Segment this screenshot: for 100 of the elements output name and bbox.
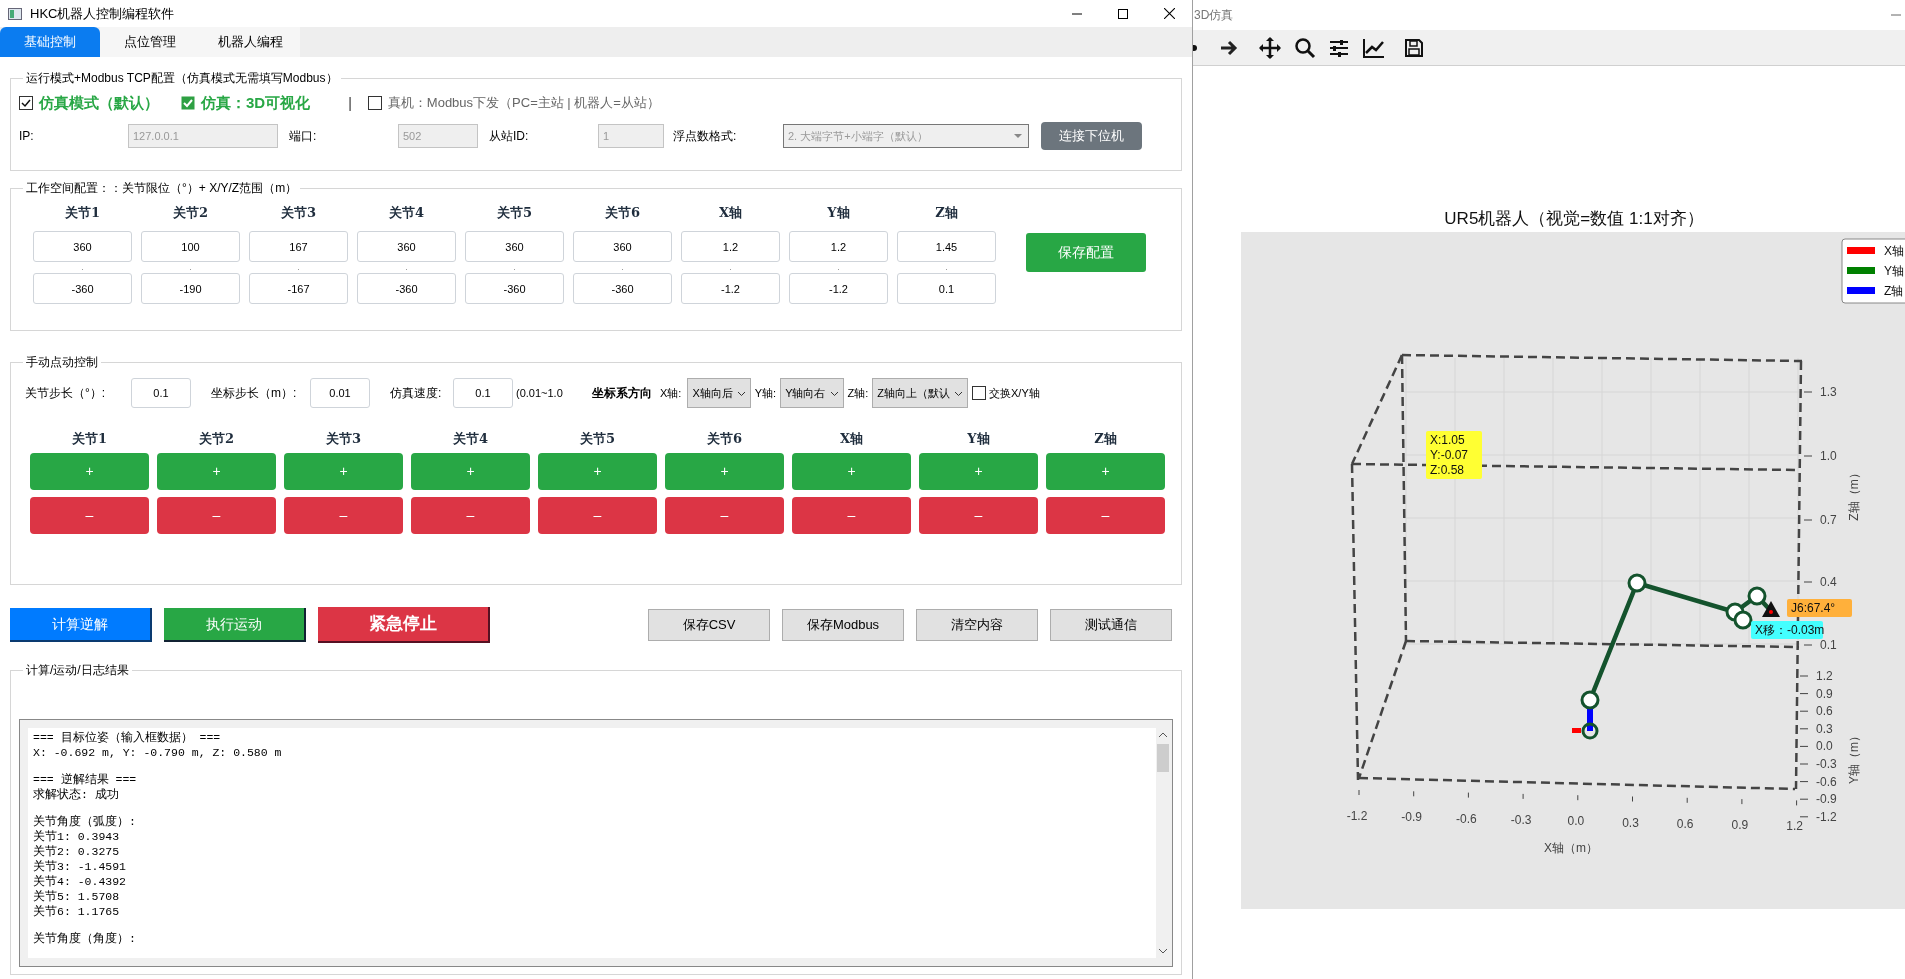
number-field[interactable]: -190 (141, 273, 240, 304)
axis-tick-label: 0.9 (1816, 686, 1833, 701)
number-field[interactable]: 0.1 (453, 378, 513, 408)
tool-button[interactable]: 保存CSV (648, 609, 770, 641)
scrollbar-thumb[interactable] (1157, 744, 1169, 772)
field-label: 端口: (289, 128, 318, 145)
number-field[interactable]: -1.2 (681, 273, 780, 304)
number-field[interactable]: -167 (249, 273, 348, 304)
scroll-down-icon[interactable] (1158, 946, 1168, 956)
checkbox[interactable] (367, 96, 382, 110)
number-field[interactable]: -360 (573, 273, 672, 304)
column-header: 关节1 (64, 204, 100, 222)
field-label: 仿真速度: (390, 385, 443, 402)
minus-button[interactable]: – (284, 497, 403, 534)
number-field[interactable]: 1.2 (681, 231, 780, 262)
number-field[interactable]: -360 (465, 273, 564, 304)
tab[interactable]: 点位管理 (100, 27, 200, 57)
range-mark: . (837, 262, 840, 273)
axis-tick-label: -0.3 (1816, 757, 1837, 771)
checkbox-label: 仿真模式（默认） (39, 92, 159, 113)
axis-tick-label: -0.6 (1456, 811, 1477, 826)
scroll-up-icon[interactable] (1158, 730, 1168, 740)
minus-button[interactable]: – (157, 497, 276, 534)
line-chart-icon[interactable] (1362, 36, 1386, 59)
tab[interactable]: 基础控制 (0, 27, 100, 57)
separator-text: | (348, 93, 352, 113)
number-field[interactable]: 1.45 (897, 231, 996, 262)
log-line: === 逆解结果 === (33, 772, 138, 787)
number-field[interactable]: 0.01 (310, 378, 370, 408)
range-mark: . (729, 262, 732, 273)
checkbox-label: 真机：Modbus下发（PC=主站 | 机器人=从站） (387, 94, 660, 113)
number-field[interactable]: 0.1 (897, 273, 996, 304)
number-field[interactable]: 167 (249, 231, 348, 262)
checkbox[interactable] (19, 96, 33, 110)
number-field[interactable]: -1.2 (789, 273, 888, 304)
log-line: 关节6: 1.1765 (33, 904, 121, 919)
tool-button[interactable]: 测试通信 (1050, 609, 1172, 641)
axis-tick-label: 0.3 (1816, 721, 1833, 736)
number-field[interactable]: 360 (33, 231, 132, 262)
group-title: 手动点动控制 (25, 354, 99, 371)
column-header: 关节2 (172, 204, 208, 222)
minus-button[interactable]: – (538, 497, 657, 534)
minus-button[interactable]: – (411, 497, 530, 534)
close-icon[interactable] (1163, 8, 1175, 19)
connect-button[interactable]: 连接下位机 (1041, 122, 1142, 150)
maximize-icon[interactable] (1118, 8, 1128, 19)
action-button[interactable]: 紧急停止 (318, 607, 490, 643)
group-title: 工作空间配置：：关节限位（°）+ X/Y/Z范围（m） (25, 180, 299, 197)
field-label: Z轴: (847, 385, 869, 401)
field-label: 坐标步长（m）: (211, 385, 298, 402)
column-header: Y轴 (827, 204, 850, 222)
tab[interactable]: 机器人编程 (200, 27, 300, 57)
dropdown[interactable]: Z轴向上（默认 (872, 378, 968, 408)
minus-button[interactable]: – (665, 497, 784, 534)
axis-tick-label: 1.3 (1820, 385, 1837, 399)
column-header: Z轴 (935, 204, 958, 222)
action-button[interactable]: 计算逆解 (10, 608, 152, 642)
legend-label: Z轴 (1884, 284, 1904, 298)
axis-tick-label: 0.0 (1567, 814, 1585, 829)
minus-button[interactable]: – (919, 497, 1038, 534)
field-label: 关节步长（°）: (25, 385, 107, 402)
number-field[interactable]: 360 (465, 231, 564, 262)
search-icon[interactable] (1294, 36, 1316, 59)
move-icon[interactable] (1258, 35, 1282, 60)
log-line: 求解状态: 成功 (33, 787, 120, 802)
number-field[interactable]: 1.2 (789, 231, 888, 262)
number-field[interactable]: -360 (33, 273, 132, 304)
range-mark: . (405, 262, 408, 273)
tool-button[interactable]: 清空内容 (916, 609, 1038, 641)
column-header: 关节4 (451, 430, 489, 448)
axis-tick-label: 0.7 (1820, 513, 1837, 527)
axis-tick-label: -1.2 (1346, 809, 1368, 823)
axis-tick-label: 0.3 (1622, 815, 1639, 830)
axis-tick-label: -1.2 (1816, 809, 1837, 824)
column-header: X轴 (838, 430, 865, 448)
checkbox-label: 仿真：3D可视化 (201, 92, 311, 113)
checkbox[interactable] (181, 96, 195, 110)
number-field[interactable]: 360 (357, 231, 456, 262)
save-icon[interactable] (1404, 37, 1424, 58)
range-mark: . (81, 262, 84, 273)
field-label: X轴: (660, 385, 682, 401)
number-field[interactable]: 0.1 (131, 378, 191, 408)
column-header: 关节4 (388, 204, 424, 222)
number-field[interactable]: 100 (141, 231, 240, 262)
app-icon (8, 7, 22, 20)
tool-button[interactable]: 保存Modbus (782, 609, 904, 641)
number-field[interactable]: -360 (357, 273, 456, 304)
minus-button[interactable]: – (30, 497, 149, 534)
checkbox[interactable] (972, 386, 986, 400)
number-field[interactable]: 360 (573, 231, 672, 262)
log-line: 关节1: 0.3943 (33, 829, 121, 844)
dropdown[interactable]: Y轴向右 (780, 378, 844, 408)
group-title: 计算/运动/日志结果 (25, 662, 130, 679)
dropdown[interactable]: X轴向后 (687, 378, 751, 408)
minus-button[interactable]: – (1046, 497, 1165, 534)
column-header: 关节1 (70, 430, 108, 448)
minus-button[interactable]: – (792, 497, 911, 534)
log-line: 关节角度（弧度）: (33, 814, 137, 829)
axis-tick-label: 1.2 (1816, 669, 1833, 683)
column-header: 关节3 (324, 430, 362, 448)
